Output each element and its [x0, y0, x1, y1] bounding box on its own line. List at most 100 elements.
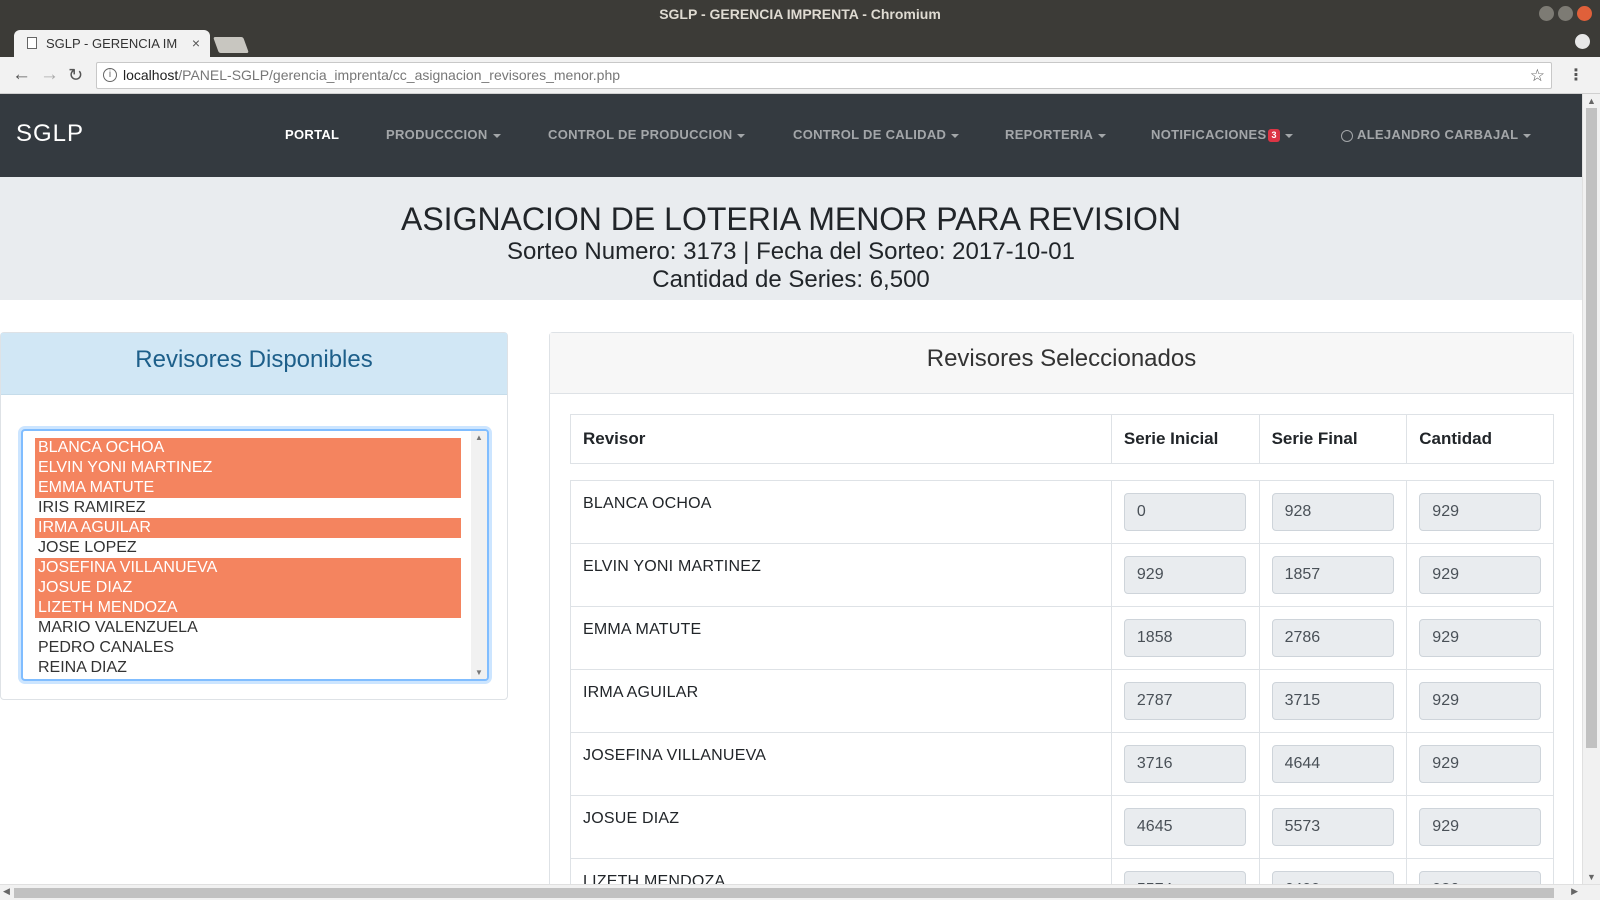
nav-notificaciones[interactable]: NOTIFICACIONES 3 — [1151, 127, 1293, 143]
reviewer-option[interactable]: IRIS RAMIREZ — [35, 498, 461, 518]
col-revisor: Revisor — [571, 415, 1112, 463]
scroll-up-icon[interactable]: ▲ — [475, 433, 483, 442]
cantidad-field[interactable]: 929 — [1419, 808, 1542, 846]
nav-control-produccion[interactable]: CONTROL DE PRODUCCION — [548, 127, 746, 142]
draw-info: Sorteo Numero: 3173 | Fecha del Sorteo: … — [507, 238, 1075, 265]
col-cantidad: Cantidad — [1419, 429, 1492, 448]
window-title: SGLP - GERENCIA IMPRENTA - Chromium — [659, 6, 941, 22]
reload-icon[interactable]: ↻ — [68, 64, 83, 86]
nav-portal[interactable]: PORTAL — [285, 127, 339, 142]
table-row: BLANCA OCHOA 0 928 929 — [571, 481, 1553, 544]
scroll-up-icon[interactable]: ▲ — [1587, 96, 1596, 106]
reviewer-option[interactable]: EMMA MATUTE — [35, 478, 461, 498]
nav-control-calidad[interactable]: CONTROL DE CALIDAD — [793, 127, 960, 142]
table-row: EMMA MATUTE 1858 2786 929 — [571, 607, 1553, 670]
table-row: JOSEFINA VILLANUEVA 3716 4644 929 — [571, 733, 1553, 796]
brand-logo[interactable]: SGLP — [16, 120, 84, 148]
close-tab-icon[interactable]: × — [192, 30, 200, 57]
col-serie-inicial: Serie Inicial — [1112, 415, 1260, 463]
nav-control-calidad-label: CONTROL DE CALIDAD — [793, 127, 947, 142]
browser-menu-icon[interactable]: ⋮ — [1568, 65, 1584, 85]
url-host: localhost — [123, 67, 179, 83]
scrollbar-thumb[interactable] — [14, 888, 1554, 898]
nav-user-menu[interactable]: ALEJANDRO CARBAJAL — [1341, 127, 1532, 142]
page-viewport: SGLP PORTAL PRODUCCCION CONTROL DE PRODU… — [0, 94, 1582, 884]
reviewer-option[interactable]: JOSE LOPEZ — [35, 538, 461, 558]
forward-icon[interactable]: → — [40, 64, 59, 86]
tab-title: SGLP - GERENCIA IM — [46, 36, 178, 51]
back-icon[interactable]: ← — [12, 64, 31, 86]
nav-notificaciones-label: NOTIFICACIONES — [1151, 127, 1267, 142]
serie-inicial-field[interactable]: 1858 — [1123, 619, 1246, 657]
serie-final-field[interactable]: 5573 — [1271, 808, 1394, 846]
serie-inicial-field[interactable]: 3716 — [1123, 745, 1246, 783]
scrollbar-thumb[interactable] — [1586, 108, 1597, 748]
scroll-down-icon[interactable]: ▼ — [475, 668, 483, 677]
scroll-left-icon[interactable]: ◀ — [3, 886, 10, 897]
table-row: ELVIN YONI MARTINEZ 929 1857 929 — [571, 544, 1553, 607]
scroll-down-icon[interactable]: ▼ — [1587, 872, 1596, 882]
window-controls — [1539, 6, 1592, 21]
page-vertical-scrollbar[interactable]: ▲ ▼ — [1582, 94, 1600, 884]
reviewer-option[interactable]: JOSEFINA VILLANUEVA — [35, 558, 461, 578]
cantidad-field[interactable]: 929 — [1419, 682, 1542, 720]
series-count: Cantidad de Series: 6,500 — [652, 266, 930, 293]
nav-produccion[interactable]: PRODUCCCION — [386, 127, 501, 142]
reviewer-option[interactable]: BLANCA OCHOA — [35, 438, 461, 458]
scroll-right-icon[interactable]: ▶ — [1571, 886, 1578, 897]
reviewer-option[interactable]: MARIO VALENZUELA — [35, 618, 461, 638]
cantidad-field[interactable]: 926 — [1419, 871, 1542, 884]
reviewer-option[interactable]: IRMA AGUILAR — [35, 518, 461, 538]
reviewer-option[interactable]: ELVIN YONI MARTINEZ — [35, 458, 461, 478]
reviewer-name: BLANCA OCHOA — [583, 495, 712, 512]
info-icon[interactable]: i — [103, 68, 117, 82]
page-horizontal-scrollbar[interactable]: ◀ ▶ — [0, 884, 1600, 900]
serie-inicial-field[interactable]: 5574 — [1123, 871, 1246, 884]
profile-icon[interactable] — [1575, 34, 1590, 49]
serie-inicial-field[interactable]: 2787 — [1123, 682, 1246, 720]
cantidad-field[interactable]: 929 — [1419, 556, 1542, 594]
serie-final-field[interactable]: 928 — [1271, 493, 1394, 531]
window-titlebar: SGLP - GERENCIA IMPRENTA - Chromium — [0, 0, 1600, 28]
selected-reviewers-card: Revisores Seleccionados Revisor Serie In… — [549, 332, 1574, 884]
serie-inicial-field[interactable]: 0 — [1123, 493, 1246, 531]
serie-final-field[interactable]: 1857 — [1271, 556, 1394, 594]
url-path: /PANEL-SGLP/gerencia_imprenta/cc_asignac… — [178, 67, 621, 83]
new-tab-button[interactable] — [213, 37, 249, 53]
selected-reviewers-title: Revisores Seleccionados — [550, 333, 1573, 394]
site-navbar: SGLP PORTAL PRODUCCCION CONTROL DE PRODU… — [0, 94, 1582, 177]
chevron-down-icon — [737, 133, 746, 138]
chevron-down-icon — [492, 133, 501, 138]
cantidad-field[interactable]: 929 — [1419, 745, 1542, 783]
browser-tab[interactable]: SGLP - GERENCIA IM × — [14, 30, 210, 57]
serie-inicial-field[interactable]: 4645 — [1123, 808, 1246, 846]
reviewer-option[interactable]: REINA DIAZ — [35, 658, 461, 678]
option-list: BLANCA OCHOA ELVIN YONI MARTINEZ EMMA MATU… — [23, 438, 461, 678]
reviewer-option[interactable]: PEDRO CANALES — [35, 638, 461, 658]
minimize-icon[interactable] — [1539, 6, 1554, 21]
serie-final-field[interactable]: 3715 — [1271, 682, 1394, 720]
reviewer-name: JOSUE DIAZ — [583, 810, 680, 827]
serie-final-field[interactable]: 2786 — [1271, 619, 1394, 657]
reviewers-multiselect[interactable]: BLANCA OCHOA ELVIN YONI MARTINEZ EMMA MATU… — [21, 429, 489, 681]
maximize-icon[interactable] — [1558, 6, 1573, 21]
table-body: BLANCA OCHOA 0 928 929 ELVIN YONI MARTINEZ 92… — [570, 480, 1554, 884]
bookmark-star-icon[interactable]: ☆ — [1530, 63, 1545, 88]
col-serie-final: Serie Final — [1260, 415, 1408, 463]
listbox-scrollbar[interactable]: ▲ ▼ — [471, 431, 487, 679]
cantidad-field[interactable]: 929 — [1419, 493, 1542, 531]
notification-badge: 3 — [1268, 129, 1280, 143]
close-window-icon[interactable] — [1577, 6, 1592, 21]
serie-inicial-field[interactable]: 929 — [1123, 556, 1246, 594]
reviewer-option[interactable]: LIZETH MENDOZA — [35, 598, 461, 618]
nav-reporteria[interactable]: REPORTERIA — [1005, 127, 1107, 142]
url-field[interactable]: i localhost/PANEL-SGLP/gerencia_imprenta… — [96, 62, 1552, 89]
reviewer-option[interactable]: JOSUE DIAZ — [35, 578, 461, 598]
cantidad-field[interactable]: 929 — [1419, 619, 1542, 657]
table-row: IRMA AGUILAR 2787 3715 929 — [571, 670, 1553, 733]
serie-final-field[interactable]: 6499 — [1271, 871, 1394, 884]
tab-bar: SGLP - GERENCIA IM × — [0, 28, 1600, 57]
serie-final-field[interactable]: 4644 — [1271, 745, 1394, 783]
page-title: ASIGNACION DE LOTERIA MENOR PARA REVISIO… — [400, 201, 1181, 237]
table-header: Revisor Serie Inicial Serie Final Cantid… — [570, 414, 1554, 464]
